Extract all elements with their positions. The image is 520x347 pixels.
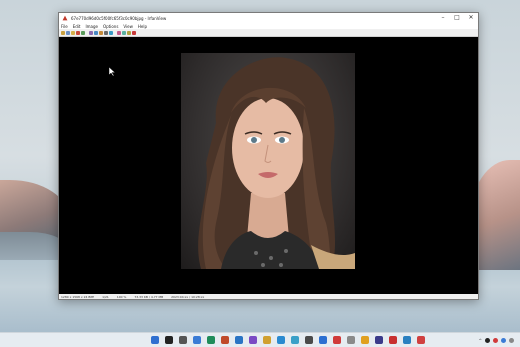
taskbar-pinned-apps — [148, 336, 428, 344]
taskbar-app-icon-13[interactable] — [333, 336, 341, 344]
taskbar-app-icon-3[interactable] — [193, 336, 201, 344]
taskbar: ^ — [0, 332, 520, 347]
tray-notification-icon[interactable] — [509, 337, 514, 343]
taskbar-app-icon-8[interactable] — [263, 336, 271, 344]
taskbar-app-icon-16[interactable] — [375, 336, 383, 344]
toolbar-button-13[interactable] — [127, 30, 131, 35]
taskbar-app-icon-18[interactable] — [403, 336, 411, 344]
tray-volume-icon[interactable] — [501, 337, 506, 343]
taskbar-app-icon-7[interactable] — [249, 336, 257, 344]
taskbar-app-icon-6[interactable] — [235, 336, 243, 344]
status-filesize: 73.33 KB / 4.77 MB — [134, 294, 164, 299]
taskbar-app-icon-14[interactable] — [347, 336, 355, 344]
title-bar[interactable]: 67e770d96d0c5f00fc65f3c0c90bjpg - IrfanV… — [59, 13, 478, 23]
menu-view[interactable]: View — [123, 24, 133, 29]
toolbar-button-10[interactable] — [109, 30, 113, 35]
status-index: 1/21 — [102, 294, 109, 299]
maximize-button[interactable]: □ — [450, 13, 464, 23]
taskbar-app-icon-5[interactable] — [221, 336, 229, 344]
menu-file[interactable]: File — [61, 24, 68, 29]
toolbar-button-5[interactable] — [81, 30, 85, 35]
image-viewer-area[interactable] — [59, 37, 478, 294]
taskbar-app-icon-12[interactable] — [319, 336, 327, 344]
taskbar-app-icon-2[interactable] — [179, 336, 187, 344]
status-date: 2023:04:xx / 10:28:xx — [171, 294, 205, 299]
minimize-button[interactable]: – — [436, 13, 450, 23]
status-zoom: 100 % — [116, 294, 127, 299]
toolbar-button-11[interactable] — [117, 30, 121, 35]
menu-options[interactable]: Options — [103, 24, 118, 29]
toolbar-button-2[interactable] — [66, 30, 70, 35]
toolbar-button-3[interactable] — [71, 30, 75, 35]
taskbar-app-icon-4[interactable] — [207, 336, 215, 344]
toolbar — [59, 29, 478, 37]
system-tray: ^ — [479, 337, 514, 343]
taskbar-app-icon-19[interactable] — [417, 336, 425, 344]
tray-chevron-icon[interactable]: ^ — [479, 338, 482, 343]
start-menu-icon[interactable] — [151, 336, 159, 344]
tray-app-icon[interactable] — [493, 337, 498, 343]
toolbar-button-12[interactable] — [122, 30, 126, 35]
taskbar-app-icon-17[interactable] — [389, 336, 397, 344]
status-dimensions: 1280 x 1568 x 24 BPP — [61, 294, 95, 299]
menu-edit[interactable]: Edit — [73, 24, 81, 29]
menu-image[interactable]: Image — [85, 24, 98, 29]
taskbar-app-icon-9[interactable] — [277, 336, 285, 344]
tray-network-icon[interactable] — [485, 337, 490, 343]
portrait-photo — [181, 53, 355, 269]
taskbar-app-icon-11[interactable] — [305, 336, 313, 344]
toolbar-button-9[interactable] — [104, 30, 108, 35]
portrait-illustration — [198, 57, 355, 269]
window-title: 67e770d96d0c5f00fc65f3c0c90bjpg - IrfanV… — [71, 15, 167, 21]
mouse-cursor-icon — [109, 67, 115, 76]
taskbar-app-icon-15[interactable] — [361, 336, 369, 344]
toolbar-button-4[interactable] — [76, 30, 80, 35]
toolbar-button-14[interactable] — [132, 30, 136, 35]
toolbar-button-6[interactable] — [89, 30, 93, 35]
search-icon[interactable] — [165, 336, 173, 344]
toolbar-button-1[interactable] — [61, 30, 65, 35]
taskbar-app-icon-10[interactable] — [291, 336, 299, 344]
irfanview-app-icon — [62, 15, 68, 21]
status-bar: 1280 x 1568 x 24 BPP 1/21 100 % 73.33 KB… — [59, 294, 478, 299]
close-button[interactable]: ✕ — [464, 13, 478, 23]
toolbar-button-7[interactable] — [94, 30, 98, 35]
irfanview-window[interactable]: 67e770d96d0c5f00fc65f3c0c90bjpg - IrfanV… — [58, 12, 479, 300]
toolbar-button-8[interactable] — [99, 30, 103, 35]
menu-help[interactable]: Help — [138, 24, 147, 29]
